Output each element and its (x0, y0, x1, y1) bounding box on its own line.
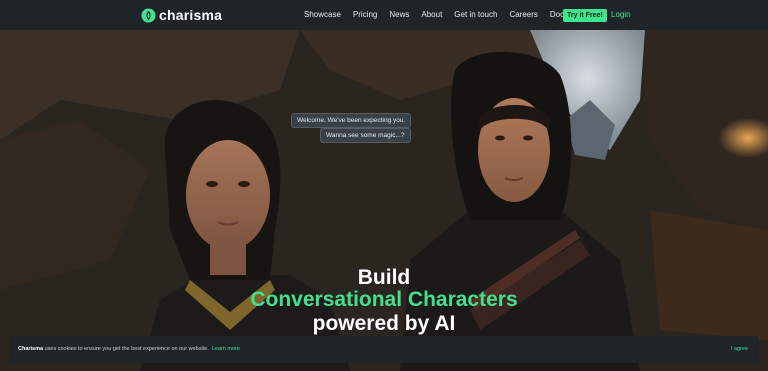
nav-link-get-in-touch[interactable]: Get in touch (454, 10, 497, 19)
nav-link-news[interactable]: News (389, 10, 409, 19)
cookie-agree-button[interactable]: I agree (731, 346, 748, 352)
top-navbar: charisma Showcase Pricing News About Get… (0, 0, 768, 30)
page: charisma Showcase Pricing News About Get… (0, 0, 768, 371)
nav-links: Showcase Pricing News About Get in touch… (304, 10, 580, 19)
charisma-logo-icon (141, 7, 156, 23)
nav-link-showcase[interactable]: Showcase (304, 10, 341, 19)
cookie-learn-more-link[interactable]: Learn more (212, 346, 240, 352)
cookie-message: Charisma uses cookies to ensure you get … (18, 346, 240, 352)
chat-bubble-magic: Wanna see some magic...? (320, 128, 411, 143)
nav-link-about[interactable]: About (421, 10, 442, 19)
login-link[interactable]: Login (611, 10, 631, 19)
hero-section: Welcome. We've been expecting you. Wanna… (0, 30, 768, 371)
chat-bubble-welcome: Welcome. We've been expecting you. (291, 113, 412, 128)
nav-link-pricing[interactable]: Pricing (353, 10, 377, 19)
cookie-brand: Charisma (18, 346, 44, 352)
headline-line-1: Build (357, 266, 411, 289)
brand-name: charisma (159, 7, 223, 23)
headline-line-2: Conversational Characters (250, 288, 518, 311)
brand-logo[interactable]: charisma (141, 7, 222, 23)
nav-link-careers[interactable]: Careers (509, 10, 537, 19)
cookie-text: uses cookies to ensure you get the best … (43, 346, 209, 352)
try-it-free-button[interactable]: Try it Free! (563, 9, 607, 22)
cookie-banner: Charisma uses cookies to ensure you get … (10, 336, 758, 363)
headline-line-3: powered by AI (312, 312, 456, 335)
